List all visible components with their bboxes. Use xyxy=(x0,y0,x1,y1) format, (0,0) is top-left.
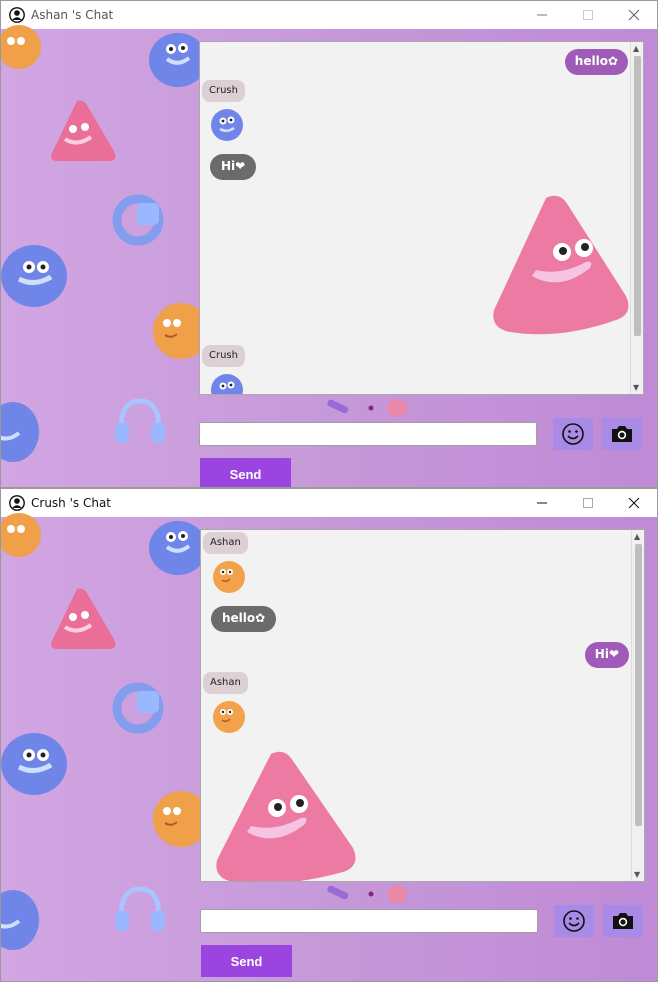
scroll-down-icon[interactable]: ▼ xyxy=(634,870,640,879)
headphones-decoration xyxy=(115,886,165,931)
blue-ring-decoration xyxy=(112,194,164,246)
emoji-button[interactable] xyxy=(553,418,593,450)
message-input[interactable] xyxy=(199,422,537,446)
orange-fluffy-decoration xyxy=(1,513,41,557)
scrollbar-thumb[interactable] xyxy=(635,544,642,826)
camera-icon xyxy=(613,913,633,929)
sender-name-tag: Ashan xyxy=(203,672,248,694)
title-bar[interactable]: Ashan 's Chat xyxy=(1,1,657,29)
blue-fluffy-decoration xyxy=(1,245,67,307)
pink-triangle-decoration xyxy=(51,100,116,161)
message-bubble-received: Hi❤ xyxy=(210,154,257,180)
window-body: Ashan hello✿ Hi❤ Ashan ▲ ▼ Send xyxy=(1,513,657,981)
smiley-icon xyxy=(562,423,584,445)
scroll-up-icon[interactable]: ▲ xyxy=(633,44,639,53)
blue-fluffy-decoration xyxy=(1,890,39,950)
window-title: Ashan 's Chat xyxy=(31,8,114,22)
vertical-scrollbar[interactable]: ▲ ▼ xyxy=(631,530,644,881)
close-button[interactable] xyxy=(611,1,657,29)
send-button[interactable]: Send xyxy=(201,945,292,977)
chat-window-ashan: Ashan 's Chat hello✿ Crush Hi❤ Crush ▲ ▼… xyxy=(0,0,658,488)
camera-button[interactable] xyxy=(603,905,643,937)
chat-window-crush: Crush 's Chat Ashan hello✿ Hi❤ Ashan ▲ ▼… xyxy=(0,488,658,982)
user-icon xyxy=(9,7,25,23)
candy-decoration xyxy=(327,885,407,903)
blue-fluffy-avatar-icon xyxy=(211,374,243,394)
minimize-button[interactable] xyxy=(519,1,565,29)
minimize-button[interactable] xyxy=(519,489,565,517)
scroll-up-icon[interactable]: ▲ xyxy=(634,532,640,541)
message-bubble-sent: Hi❤ xyxy=(584,642,629,668)
blue-fluffy-decoration xyxy=(1,733,67,795)
message-input[interactable] xyxy=(200,909,538,933)
candy-decoration xyxy=(327,399,407,417)
scroll-down-icon[interactable]: ▼ xyxy=(633,383,639,392)
sender-name-tag: Crush xyxy=(202,80,245,102)
orange-fluffy-decoration xyxy=(1,25,41,69)
maximize-button[interactable] xyxy=(565,1,611,29)
orange-fluffy-decoration xyxy=(153,303,203,359)
title-bar[interactable]: Crush 's Chat xyxy=(1,489,657,517)
sender-name-tag: Ashan xyxy=(203,532,248,554)
vertical-scrollbar[interactable]: ▲ ▼ xyxy=(630,42,643,394)
window-title: Crush 's Chat xyxy=(31,496,111,510)
send-button[interactable]: Send xyxy=(200,458,291,487)
headphones-decoration xyxy=(115,398,165,443)
orange-fluffy-avatar-icon xyxy=(213,701,245,733)
orange-fluffy-avatar-icon xyxy=(213,561,245,593)
message-bubble-sent: hello✿ xyxy=(564,49,628,75)
camera-button[interactable] xyxy=(602,418,642,450)
blue-ring-decoration xyxy=(112,682,164,734)
message-bubble-received: hello✿ xyxy=(211,606,277,632)
sender-name-tag: Crush xyxy=(202,345,245,367)
window-body: hello✿ Crush Hi❤ Crush ▲ ▼ Send xyxy=(1,25,657,487)
blue-fluffy-avatar-icon xyxy=(211,109,243,141)
maximize-button[interactable] xyxy=(565,489,611,517)
scrollbar-thumb[interactable] xyxy=(634,56,641,336)
chat-messages-panel[interactable]: hello✿ Crush Hi❤ Crush ▲ ▼ xyxy=(199,41,644,395)
pink-triangle-sticker xyxy=(493,195,629,335)
pink-triangle-sticker xyxy=(216,751,356,881)
user-icon xyxy=(9,495,25,511)
chat-messages-panel[interactable]: Ashan hello✿ Hi❤ Ashan ▲ ▼ xyxy=(200,529,645,882)
orange-fluffy-decoration xyxy=(153,791,203,847)
smiley-icon xyxy=(563,910,585,932)
close-button[interactable] xyxy=(611,489,657,517)
emoji-button[interactable] xyxy=(554,905,594,937)
blue-fluffy-decoration xyxy=(1,402,39,462)
camera-icon xyxy=(612,426,632,442)
pink-triangle-decoration xyxy=(51,588,116,649)
